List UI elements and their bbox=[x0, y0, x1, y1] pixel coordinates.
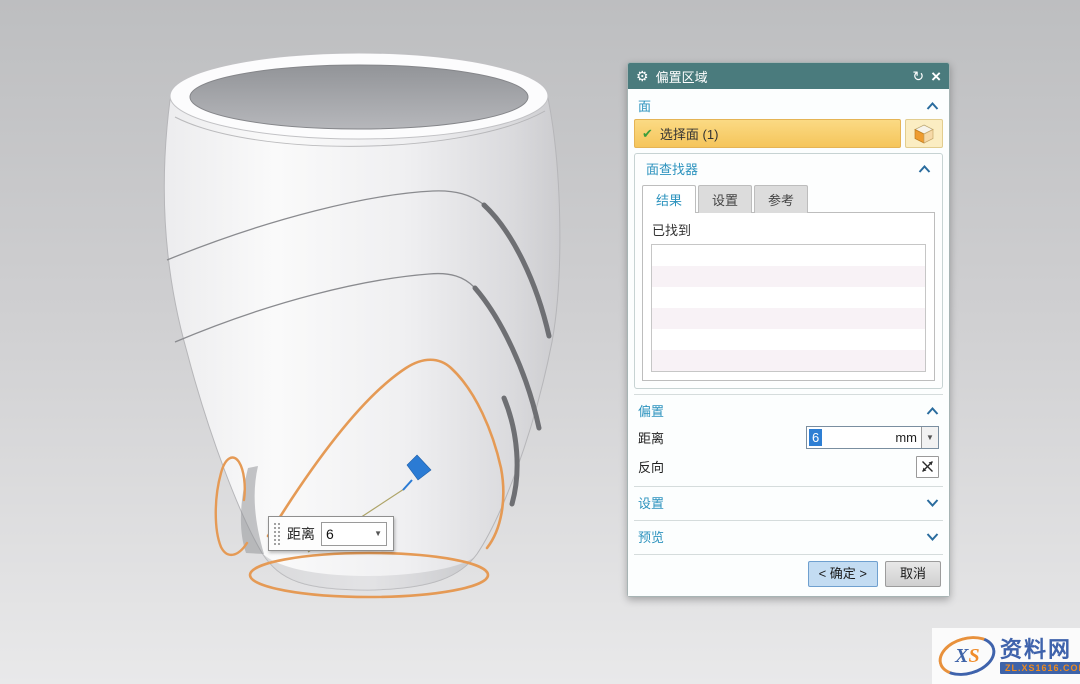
list-item bbox=[652, 350, 925, 371]
list-item bbox=[652, 329, 925, 350]
tab-results[interactable]: 结果 bbox=[642, 185, 696, 213]
onscreen-distance-box[interactable]: 距离 6 ▼ bbox=[268, 516, 394, 551]
chevron-up-icon bbox=[926, 102, 939, 110]
chevron-down-icon[interactable]: ▼ bbox=[374, 530, 382, 538]
preview-section-label: 预览 bbox=[638, 527, 664, 546]
dialog-body: 面 ✔ 选择面 (1) 面查找器 bbox=[628, 89, 949, 596]
chevron-up-icon bbox=[918, 165, 931, 173]
watermark-url: ZL.XS1616.COM bbox=[1000, 662, 1080, 674]
unit-dropdown[interactable]: ▼ bbox=[921, 427, 938, 448]
dialog-buttons: < 确定 > 取消 bbox=[634, 561, 941, 587]
reverse-direction-icon bbox=[920, 459, 935, 474]
distance-value: 6 bbox=[326, 526, 334, 542]
reverse-direction-button[interactable] bbox=[916, 456, 939, 478]
list-item bbox=[652, 287, 925, 308]
ok-button[interactable]: < 确定 > bbox=[808, 561, 878, 587]
divider bbox=[634, 394, 943, 395]
site-watermark: XS 资料网 ZL.XS1616.COM bbox=[932, 628, 1080, 684]
distance-unit: mm bbox=[895, 430, 917, 445]
logo-letter-x: X bbox=[955, 645, 968, 667]
section-header-preview[interactable]: 预览 bbox=[634, 524, 943, 549]
chevron-down-icon: ▼ bbox=[926, 434, 934, 442]
section-header-settings[interactable]: 设置 bbox=[634, 490, 943, 515]
section-header-face-finder[interactable]: 面查找器 bbox=[642, 156, 935, 181]
list-item bbox=[652, 245, 925, 266]
select-face-row[interactable]: ✔ 选择面 (1) bbox=[634, 119, 901, 148]
reset-icon[interactable]: ↻ bbox=[912, 69, 924, 83]
logo-letter-s: S bbox=[968, 645, 979, 667]
results-tab-panel: 已找到 bbox=[642, 212, 935, 381]
list-item bbox=[652, 308, 925, 329]
divider bbox=[634, 520, 943, 521]
face-finder-label: 面查找器 bbox=[646, 159, 698, 178]
reverse-label: 反向 bbox=[638, 457, 916, 476]
distance-field-value: 6 bbox=[809, 429, 822, 446]
chevron-down-icon bbox=[926, 499, 939, 507]
tab-reference[interactable]: 参考 bbox=[754, 185, 808, 213]
distance-input[interactable]: 6 ▼ bbox=[321, 522, 387, 546]
dialog-title: 偏置区域 bbox=[656, 67, 906, 86]
list-item bbox=[652, 266, 925, 287]
reverse-row: 反向 bbox=[634, 452, 943, 481]
3d-viewport[interactable] bbox=[0, 0, 620, 684]
watermark-name: 资料网 bbox=[1000, 638, 1072, 661]
offset-section-label: 偏置 bbox=[638, 401, 664, 420]
divider bbox=[634, 554, 943, 555]
face-rule-button[interactable] bbox=[905, 119, 943, 148]
face-finder-tabs: 结果 设置 参考 bbox=[642, 184, 935, 212]
distance-label: 距离 bbox=[287, 524, 315, 544]
cancel-button[interactable]: 取消 bbox=[885, 561, 941, 587]
select-face-label: 选择面 (1) bbox=[660, 124, 719, 143]
close-icon[interactable]: × bbox=[931, 68, 941, 85]
gear-icon[interactable]: ⚙ bbox=[636, 69, 649, 83]
distance-field[interactable]: 6 mm ▼ bbox=[806, 426, 939, 449]
check-icon: ✔ bbox=[642, 126, 653, 142]
settings-section-label: 设置 bbox=[638, 493, 664, 512]
cube-icon bbox=[913, 123, 935, 145]
found-faces-list[interactable] bbox=[651, 244, 926, 372]
vase-model bbox=[164, 53, 560, 590]
section-header-face[interactable]: 面 bbox=[634, 93, 943, 118]
found-label: 已找到 bbox=[652, 220, 926, 239]
xs-logo-icon: XS bbox=[934, 630, 1000, 683]
tab-settings[interactable]: 设置 bbox=[698, 185, 752, 213]
offset-region-dialog: ⚙ 偏置区域 ↻ × 面 ✔ 选择面 (1) bbox=[627, 62, 950, 597]
divider bbox=[634, 486, 943, 487]
distance-row: 距离 6 mm ▼ bbox=[634, 423, 943, 452]
chevron-up-icon bbox=[926, 407, 939, 415]
face-finder-group: 面查找器 结果 设置 参考 已找到 bbox=[634, 153, 943, 389]
section-header-offset[interactable]: 偏置 bbox=[634, 398, 943, 423]
distance-field-label: 距离 bbox=[638, 428, 806, 447]
drag-handle[interactable] bbox=[272, 521, 281, 547]
section-face-label: 面 bbox=[638, 96, 651, 115]
dialog-titlebar[interactable]: ⚙ 偏置区域 ↻ × bbox=[628, 63, 949, 89]
chevron-down-icon bbox=[926, 533, 939, 541]
